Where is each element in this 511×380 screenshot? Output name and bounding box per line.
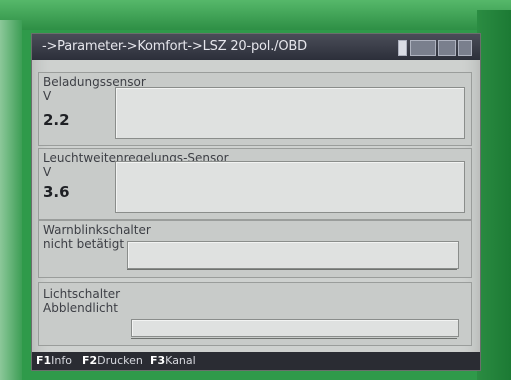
panel-beladungssensor: Beladungssensor V 2.2 [38,72,472,146]
field-underline [131,338,457,339]
panel-leuchtweitenregelungs-sensor: Leuchtweitenregelungs-Sensor V 3.6 [38,148,472,220]
panel-status: Abblendlicht [43,301,118,315]
f3-kanal-button[interactable]: F3Kanal [150,354,196,367]
f1-key-label: F1 [36,354,52,367]
field-underline [127,269,457,270]
device-bezel-right [477,10,511,380]
status-field [131,319,459,337]
f2-drucken-button[interactable]: F2Drucken [82,354,143,367]
value-field [115,87,465,139]
keyboard-icon[interactable] [410,40,436,56]
status-icon [398,40,407,56]
value-field [115,161,465,213]
f3-key-label: F3 [150,354,166,367]
panel-value: 2.2 [43,111,70,129]
printer-icon[interactable] [438,40,456,56]
window-icon[interactable] [458,40,472,56]
title-bar: ->Parameter->Komfort->LSZ 20-pol./OBD [32,34,480,60]
panel-warnblinkschalter: Warnblinkschalter nicht betätigt [38,220,472,278]
panel-status: nicht betätigt [43,237,125,251]
panel-unit: V [43,89,52,103]
f2-label: Drucken [97,354,143,367]
status-field [127,241,459,269]
panel-label: Warnblinkschalter [43,223,151,237]
f1-label: Info [51,354,72,367]
breadcrumb-title: ->Parameter->Komfort->LSZ 20-pol./OBD [42,39,307,54]
device-bezel-top [0,0,511,30]
panel-lichtschalter: Lichtschalter Abblendlicht [38,282,472,346]
f3-label: Kanal [165,354,196,367]
panel-label: Lichtschalter [43,287,121,301]
f2-key-label: F2 [82,354,98,367]
diagnostic-screen: ->Parameter->Komfort->LSZ 20-pol./OBD Be… [31,33,481,371]
function-key-bar: F1Info F2Drucken F3Kanal [32,352,480,370]
device-bezel-left [0,20,22,380]
panel-unit: V [43,165,52,179]
panel-value: 3.6 [43,183,70,201]
f1-info-button[interactable]: F1Info [36,354,72,367]
